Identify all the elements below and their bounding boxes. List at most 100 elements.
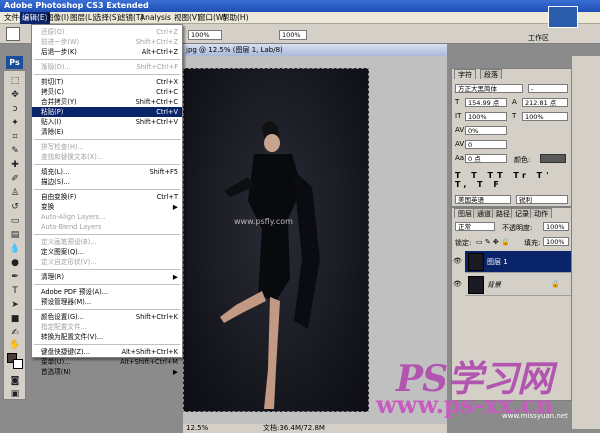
font-size-field[interactable]: 154.99 点 xyxy=(465,98,507,107)
edit-menu-item[interactable]: 变换 ▶ xyxy=(32,202,182,212)
type-tool-icon[interactable]: T xyxy=(7,285,23,297)
eye-icon[interactable]: 👁 xyxy=(453,257,463,267)
font-family-select[interactable]: 方正大黑简体 xyxy=(455,84,523,93)
menu-item-label: 填充(L)... xyxy=(41,168,70,176)
crop-tool-icon[interactable]: ⌗ xyxy=(7,131,23,143)
layer-row-background[interactable]: 背景 🔒 xyxy=(465,274,571,296)
fill-field[interactable]: 100% xyxy=(543,237,569,246)
dodge-tool-icon[interactable]: ● xyxy=(7,257,23,269)
edit-menu-item: Auto-Align Layers... xyxy=(32,212,182,222)
edit-menu-item[interactable]: 转换为配置文件(V)... xyxy=(32,332,182,342)
language-select[interactable]: 美国英语 xyxy=(455,195,511,204)
tab-character[interactable]: 字符 xyxy=(454,69,476,79)
menu-item-label: 查找和替换文本(X)... xyxy=(41,153,104,161)
hand-tool-icon[interactable]: ✋ xyxy=(7,339,23,351)
edit-menu-item: 前进一步(W) Shift+Ctrl+Z xyxy=(32,37,182,47)
edit-menu-dropdown: 还原(O) Ctrl+Z 前进一步(W) Shift+Ctrl+Z 后退一步(K) Alt… xyxy=(31,24,183,376)
text-style-buttons[interactable]: T T TT Tr T' T, T F xyxy=(455,171,571,189)
edit-menu-item[interactable]: 清除(E) xyxy=(32,127,182,137)
vertical-scale-field[interactable]: 100% xyxy=(465,112,507,121)
text-color-swatch[interactable] xyxy=(540,154,566,163)
menu-item-shortcut: Shift+Ctrl+Z xyxy=(135,38,178,46)
background-color-swatch[interactable] xyxy=(13,359,23,369)
menu-9[interactable]: 帮助(H) xyxy=(220,12,251,24)
opacity-field[interactable]: 100% xyxy=(543,222,569,231)
menu-item-label: 定义自定形状(V)... xyxy=(41,258,97,266)
notes-tool-icon[interactable]: ✍ xyxy=(7,327,23,339)
leading-icon: A xyxy=(512,98,517,106)
edit-menu-item[interactable]: 颜色设置(G)... Shift+Ctrl+K xyxy=(32,312,182,322)
menu-item-label: 贴入(I) xyxy=(41,118,62,126)
zoom-field-2[interactable]: 100% xyxy=(279,30,307,40)
eraser-tool-icon[interactable]: ▭ xyxy=(7,215,23,227)
tab-paragraph[interactable]: 段落 xyxy=(480,69,502,79)
quick-mask-icon[interactable]: ◙ xyxy=(7,375,23,387)
edit-menu-item[interactable]: 粘贴(P) Ctrl+V xyxy=(32,107,182,117)
menu-item-shortcut: Ctrl+T xyxy=(156,193,178,201)
edit-menu-item[interactable]: 拷贝(C) Ctrl+C xyxy=(32,87,182,97)
healing-brush-tool-icon[interactable]: ✚ xyxy=(7,159,23,171)
shape-tool-icon[interactable]: ■ xyxy=(7,313,23,325)
edit-menu-item[interactable]: 预设管理器(M)... xyxy=(32,297,182,307)
menu-item-label: 颜色设置(G)... xyxy=(41,313,84,321)
baseline-field[interactable]: 0 点 xyxy=(465,154,507,163)
marquee-tool-icon[interactable]: ⬚ xyxy=(7,75,23,87)
layer-thumbnail xyxy=(468,253,484,271)
lasso-tool-icon[interactable]: ↄ xyxy=(7,103,23,115)
menu-item-label: 清除(E) xyxy=(41,128,64,136)
menu-6[interactable]: Analysis xyxy=(138,12,173,24)
slice-tool-icon[interactable]: ✎ xyxy=(7,145,23,157)
edit-menu-item[interactable]: 键盘快捷键(Z)... Alt+Shift+Ctrl+K xyxy=(32,347,182,357)
zoom-field-1[interactable]: 100% xyxy=(188,30,222,40)
edit-menu-item: Auto-Blend Layers xyxy=(32,222,182,232)
magic-wand-tool-icon[interactable]: ✦ xyxy=(7,117,23,129)
history-brush-tool-icon[interactable]: ↺ xyxy=(7,201,23,213)
tab-actions[interactable]: 动作 xyxy=(530,208,552,218)
edit-menu-item[interactable]: 后退一步(K) Alt+Ctrl+Z xyxy=(32,47,182,57)
blend-mode-select[interactable]: 正常 xyxy=(455,222,495,231)
eye-icon[interactable]: 👁 xyxy=(453,280,463,290)
blur-tool-icon[interactable]: 💧 xyxy=(7,243,23,255)
layer-row-1[interactable]: 图层 1 xyxy=(465,251,571,273)
vertical-scale-icon: IT xyxy=(455,112,462,120)
edit-menu-item: 指定配置文件... xyxy=(32,322,182,332)
toolbox: ⬚ ✥ ↄ ✦ ⌗ ✎ ✚ ✐ ♙ ↺ ▭ ▤ 💧 ● ✒ T ➤ ■ ✍ ✋ … xyxy=(3,70,26,400)
edit-menu-item[interactable]: 描边(S)... xyxy=(32,177,182,187)
menu-item-label: 合并拷贝(Y) xyxy=(41,98,77,106)
dancer-figure xyxy=(220,121,320,409)
screen-mode-icon[interactable]: ▣ xyxy=(7,388,23,400)
antialias-select[interactable]: 锐利 xyxy=(516,195,568,204)
gradient-tool-icon[interactable]: ▤ xyxy=(7,229,23,241)
edit-menu-item[interactable]: 自由变换(F) Ctrl+T xyxy=(32,192,182,202)
pen-tool-icon[interactable]: ✒ xyxy=(7,271,23,283)
edit-menu-item[interactable]: 定义图案(Q)... xyxy=(32,247,182,257)
menu-item-label: 预设管理器(M)... xyxy=(41,298,92,306)
workspace-label[interactable]: 工作区 xyxy=(528,33,549,43)
menu-item-shortcut: Alt+Shift+Ctrl+M xyxy=(120,358,178,366)
leading-field[interactable]: 212.81 点 xyxy=(522,98,568,107)
path-selection-tool-icon[interactable]: ➤ xyxy=(7,299,23,311)
edit-menu-item[interactable]: 清理(R) ▶ xyxy=(32,272,182,282)
photo-canvas[interactable]: www.psfly.com xyxy=(183,68,369,412)
lock-icons[interactable]: ▭ ✎ ✥ 🔒 xyxy=(476,238,510,246)
clone-stamp-tool-icon[interactable]: ♙ xyxy=(7,187,23,199)
panel-dock-strip xyxy=(572,56,600,429)
edit-menu-item[interactable]: 贴入(I) Shift+Ctrl+V xyxy=(32,117,182,127)
tracking-field[interactable]: 0% xyxy=(465,126,507,135)
brush-tool-icon[interactable]: ✐ xyxy=(7,173,23,185)
edit-menu-item[interactable]: Adobe PDF 预设(A)... xyxy=(32,287,182,297)
menu-item-label: 渐隐(D)... xyxy=(41,63,71,71)
edit-menu-item[interactable]: 合并拷贝(Y) Shift+Ctrl+C xyxy=(32,97,182,107)
move-tool-icon[interactable]: ✥ xyxy=(7,89,23,101)
brush-tool-preset-icon[interactable] xyxy=(6,27,20,41)
horizontal-scale-field[interactable]: 100% xyxy=(522,112,568,121)
edit-menu-item[interactable]: 填充(L)... Shift+F5 xyxy=(32,167,182,177)
menu-item-label: 拼写检查(H)... xyxy=(41,143,84,151)
window-title: Adobe Photoshop CS3 Extended xyxy=(4,1,149,10)
edit-menu-item[interactable]: 剪切(T) Ctrl+X xyxy=(32,77,182,87)
edit-menu-item[interactable]: 菜单(U)... Alt+Shift+Ctrl+M xyxy=(32,357,182,367)
menu-item-shortcut: Alt+Ctrl+Z xyxy=(141,48,178,56)
edit-menu-item[interactable]: 首选项(N) ▶ xyxy=(32,367,182,377)
font-style-select[interactable]: - xyxy=(528,84,568,93)
kerning-field[interactable]: 0 xyxy=(465,140,507,149)
